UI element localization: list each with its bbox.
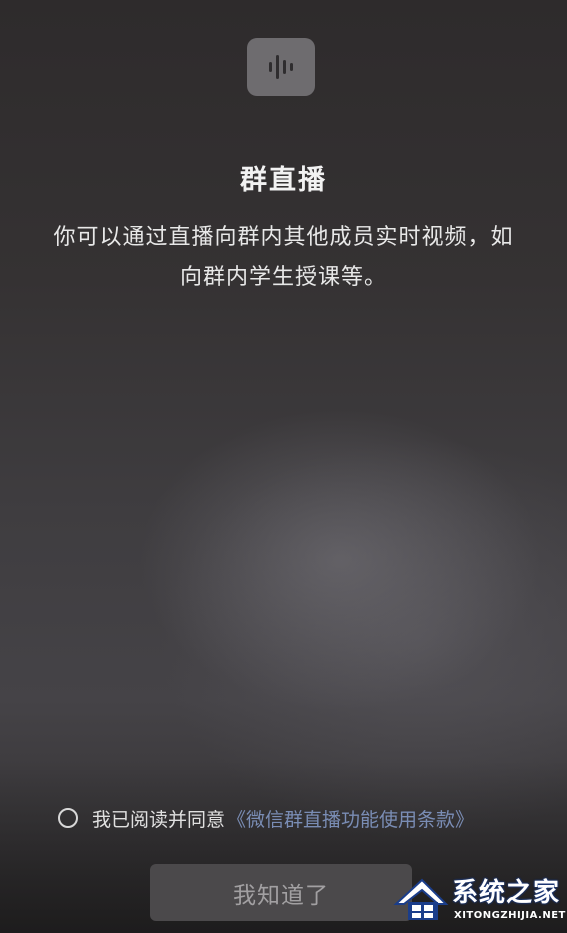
page-title: 群直播: [240, 165, 327, 196]
agreement-radio[interactable]: [58, 808, 78, 828]
agreement-text: 我已阅读并同意: [92, 808, 226, 831]
voice-wave-icon: [247, 38, 315, 96]
description: 你可以通过直播向群内其他成员实时视频，如 向群内学生授课等。: [30, 218, 537, 298]
watermark-title: 系统之家: [452, 878, 561, 908]
terms-link[interactable]: 《微信群直播功能使用条款》: [227, 805, 474, 832]
description-line: 你可以通过直播向群内其他成员实时视频，如: [53, 225, 514, 250]
watermark: 系统之家 XITONGZHIJIA.NET: [392, 866, 565, 928]
confirm-button[interactable]: 我知道了: [150, 864, 412, 921]
watermark-subtitle: XITONGZHIJIA.NET: [454, 910, 566, 921]
watermark-logo-icon: [393, 878, 449, 920]
live-intro-screen: 群直播 你可以通过直播向群内其他成员实时视频，如 向群内学生授课等。 我已阅读并…: [0, 0, 567, 933]
agreement-row[interactable]: 我已阅读并同意 《微信群直播功能使用条款》: [58, 804, 474, 832]
description-line: 向群内学生授课等。: [179, 265, 387, 290]
